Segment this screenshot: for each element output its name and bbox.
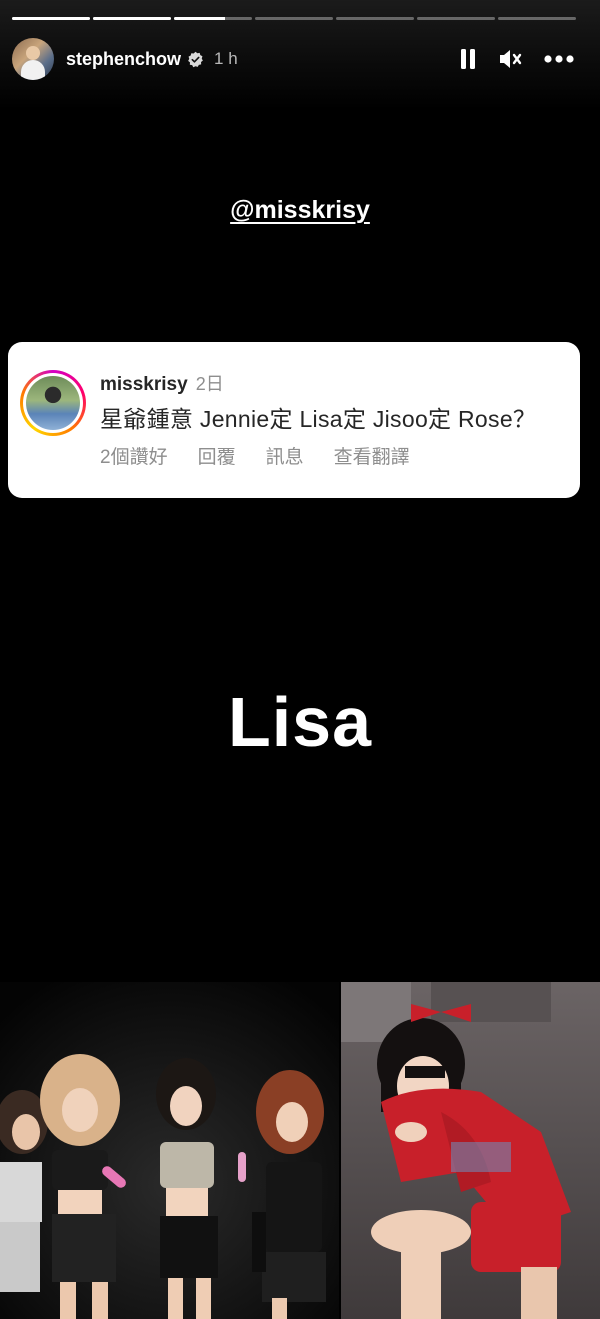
commenter-avatar — [20, 370, 86, 436]
progress-segment — [93, 17, 171, 20]
progress-segment — [498, 17, 576, 20]
comment-age: 2日 — [195, 374, 224, 394]
comment-translate: 查看翻譯 — [333, 447, 410, 468]
story-controls — [460, 48, 574, 70]
answer-text: Lisa — [227, 683, 373, 761]
progress-segment — [174, 17, 252, 20]
comment-card[interactable]: misskrisy 2日 星爺鍾意 Jennie定 Lisa定 Jisoo定 R… — [8, 342, 580, 498]
progress-segment — [336, 17, 414, 20]
mute-icon[interactable] — [498, 48, 522, 70]
post-time: 1 h — [214, 49, 238, 68]
progress-segment — [417, 17, 495, 20]
profile-username[interactable]: stephenchow — [66, 49, 181, 70]
group-stage-photo — [0, 982, 339, 1319]
comment-actions: 2個讚好 回覆 訊息 查看翻譯 — [100, 442, 410, 469]
portrait-photo — [341, 982, 600, 1319]
mention-sticker[interactable]: @misskrisy — [0, 196, 600, 225]
pause-icon[interactable] — [460, 48, 476, 70]
comment-likes: 2個讚好 — [100, 447, 168, 468]
mention-text[interactable]: @misskrisy — [230, 196, 370, 224]
comment-message: 訊息 — [265, 447, 304, 468]
comment-text: 星爺鍾意 Jennie定 Lisa定 Jisoo定 Rose？ — [100, 406, 537, 432]
story-viewer[interactable]: stephenchow 1 h @misskrisy misskrisy 2日 … — [0, 0, 600, 1319]
more-icon[interactable] — [544, 55, 574, 63]
photo-collage — [0, 982, 600, 1319]
story-header: stephenchow 1 h — [12, 37, 588, 81]
progress-segment — [12, 17, 90, 20]
progress-segment — [255, 17, 333, 20]
commenter-username: misskrisy — [100, 374, 188, 395]
profile-avatar[interactable] — [12, 38, 54, 80]
story-progress-bar — [12, 17, 576, 20]
comment-reply: 回覆 — [197, 447, 236, 468]
verified-icon — [188, 51, 203, 67]
